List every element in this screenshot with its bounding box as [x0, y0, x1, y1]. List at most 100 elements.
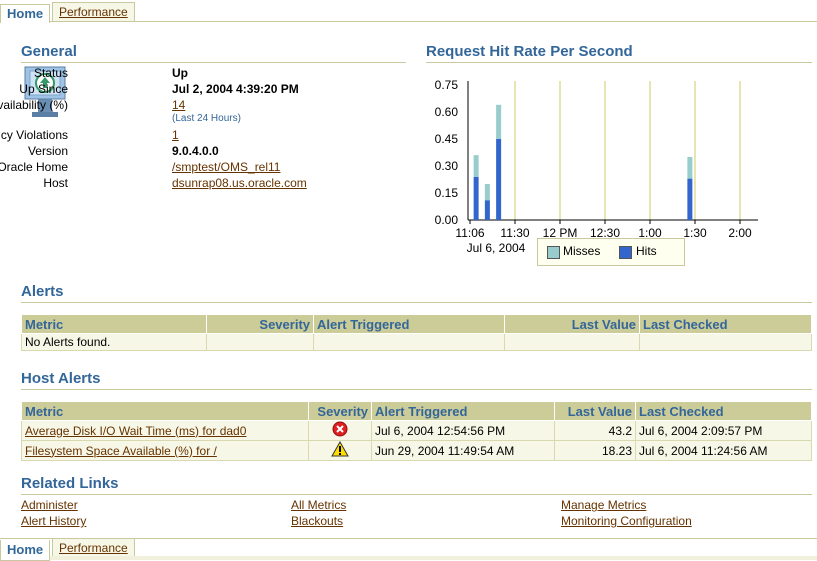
bar-misses [496, 104, 502, 139]
tab-home[interactable]: Home [0, 4, 51, 23]
status-value: Up [172, 66, 188, 80]
tab-performance[interactable]: Performance [52, 2, 135, 22]
oracle-home-row: Oracle Home /smptest/OMS_rel11 [0, 160, 320, 176]
y-tick-label: 0.60 [435, 105, 459, 119]
top-tab-bar: Home Performance [0, 0, 817, 23]
host-alerts-col-severity[interactable]: Severity [308, 401, 372, 421]
chart-divider [426, 62, 812, 63]
link-alert-history[interactable]: Alert History [21, 514, 86, 528]
host-alerts-divider [21, 389, 812, 390]
general-title: General [21, 43, 77, 60]
link-all-metrics[interactable]: All Metrics [291, 498, 346, 512]
link-blackouts[interactable]: Blackouts [291, 514, 343, 528]
related-links-title: Related Links [21, 475, 119, 492]
availability-note-row: (Last 24 Hours) [0, 113, 320, 129]
alerts-divider [21, 302, 812, 303]
warning-icon [331, 440, 349, 457]
oracle-home-link[interactable]: /smptest/OMS_rel11 [172, 160, 280, 174]
x-sublabel: Jul 6, 2004 [467, 241, 526, 255]
link-manage-metrics[interactable]: Manage Metrics [561, 498, 646, 512]
legend-swatch-hits [619, 246, 632, 259]
bar-misses [687, 157, 693, 179]
x-tick-label: 1:30 [683, 226, 707, 240]
host-alerts-table: Metric Severity Alert Triggered Last Val… [21, 401, 812, 461]
host-alert-last-checked: Jul 6, 2004 11:24:56 AM [635, 440, 812, 461]
hit-rate-chart: 0.750.600.450.300.150.0011:06 11:30 12 PM 1… [435, 78, 758, 255]
policy-row: Policy Violations 1 [0, 128, 320, 144]
host-link[interactable]: dsunrap08.us.oracle.com [172, 176, 307, 190]
alerts-header-row: Metric Severity Alert Triggered Last Val… [21, 314, 812, 334]
severity-cell [308, 440, 372, 461]
bar-hits [484, 200, 490, 220]
legend-label-misses: Misses [563, 244, 601, 258]
table-row: Average Disk I/O Wait Time (ms) for dad0… [21, 420, 812, 441]
alerts-empty-text: No Alerts found. [21, 333, 207, 351]
host-alert-triggered: Jun 29, 2004 11:49:54 AM [371, 440, 555, 461]
alerts-col-metric[interactable]: Metric [21, 314, 207, 334]
x-tick-label: 2:00 [728, 226, 752, 240]
availability-label: Availability (%) [0, 98, 68, 112]
availability-note: (Last 24 Hours) [172, 113, 241, 124]
alerts-table: Metric Severity Alert Triggered Last Val… [21, 314, 812, 351]
y-tick-label: 0.45 [435, 132, 459, 146]
y-tick-label: 0.30 [435, 159, 459, 173]
host-alert-last-checked: Jul 6, 2004 2:09:57 PM [635, 420, 812, 441]
y-tick-label: 0.75 [435, 78, 459, 92]
bar-hits [473, 176, 479, 220]
host-alerts-col-last-value[interactable]: Last Value [554, 401, 636, 421]
tab-performance[interactable]: Performance [52, 538, 135, 558]
alerts-col-last-value[interactable]: Last Value [504, 314, 640, 334]
tab-home[interactable]: Home [0, 540, 51, 561]
general-fields: Status Up Up Since Jul 2, 2004 4:39:20 P… [0, 66, 420, 196]
legend-swatch-misses [547, 246, 560, 259]
version-label: Version [27, 144, 68, 158]
bar-hits [496, 139, 502, 220]
alerts-empty-row: No Alerts found. [21, 333, 812, 351]
host-alert-metric-link[interactable]: Average Disk I/O Wait Time (ms) for dad0 [25, 424, 246, 438]
alerts-col-last-checked[interactable]: Last Checked [639, 314, 812, 334]
host-alerts-col-metric[interactable]: Metric [21, 401, 309, 421]
link-monitoring-configuration[interactable]: Monitoring Configuration [561, 514, 692, 528]
oracle-home-label: Oracle Home [0, 160, 68, 174]
host-alerts-header-row: Metric Severity Alert Triggered Last Val… [21, 401, 812, 421]
host-alert-metric-link[interactable]: Filesystem Space Available (%) for / [25, 444, 217, 458]
x-tick-label: 11:30 [500, 226, 529, 240]
empty-cell [504, 333, 640, 351]
general-divider [21, 62, 406, 63]
bar-misses [473, 155, 479, 177]
y-tick-label: 0.15 [435, 186, 459, 200]
host-alerts-title: Host Alerts [21, 370, 101, 387]
availability-row: Availability (%) 14 [0, 98, 320, 114]
bar-misses [484, 184, 490, 201]
critical-icon [332, 421, 348, 437]
host-alerts-col-triggered[interactable]: Alert Triggered [371, 401, 555, 421]
chart-title: Request Hit Rate Per Second [426, 43, 633, 60]
host-alert-last-value: 18.23 [554, 440, 636, 461]
chart-legend: Misses Hits [537, 238, 685, 266]
host-alert-last-value: 43.2 [554, 420, 636, 441]
policy-label: Policy Violations [0, 128, 68, 142]
bottom-strip [0, 556, 817, 560]
up-since-value: Jul 2, 2004 4:39:20 PM [172, 82, 299, 96]
availability-link[interactable]: 14 [172, 98, 185, 112]
related-links-divider [21, 494, 812, 495]
alerts-col-severity[interactable]: Severity [206, 314, 314, 334]
link-administer[interactable]: Administer [21, 498, 78, 512]
alerts-col-triggered[interactable]: Alert Triggered [313, 314, 505, 334]
version-row: Version 9.0.4.0.0 [0, 144, 320, 160]
up-since-label: Up Since [19, 82, 68, 96]
host-alert-triggered: Jul 6, 2004 12:54:56 PM [371, 420, 555, 441]
legend-label-hits: Hits [636, 244, 657, 258]
host-row: Host dsunrap08.us.oracle.com [0, 176, 320, 192]
host-alerts-col-last-checked[interactable]: Last Checked [635, 401, 812, 421]
status-label: Status [33, 66, 68, 80]
policy-link[interactable]: 1 [172, 128, 179, 142]
severity-cell [308, 420, 372, 441]
status-row: Status Up [0, 66, 320, 82]
empty-cell [313, 333, 505, 351]
empty-cell [206, 333, 314, 351]
y-tick-label: 0.00 [435, 213, 459, 227]
version-value: 9.0.4.0.0 [172, 144, 219, 158]
table-row: Filesystem Space Available (%) for / Jun… [21, 440, 812, 461]
alerts-title: Alerts [21, 283, 64, 300]
